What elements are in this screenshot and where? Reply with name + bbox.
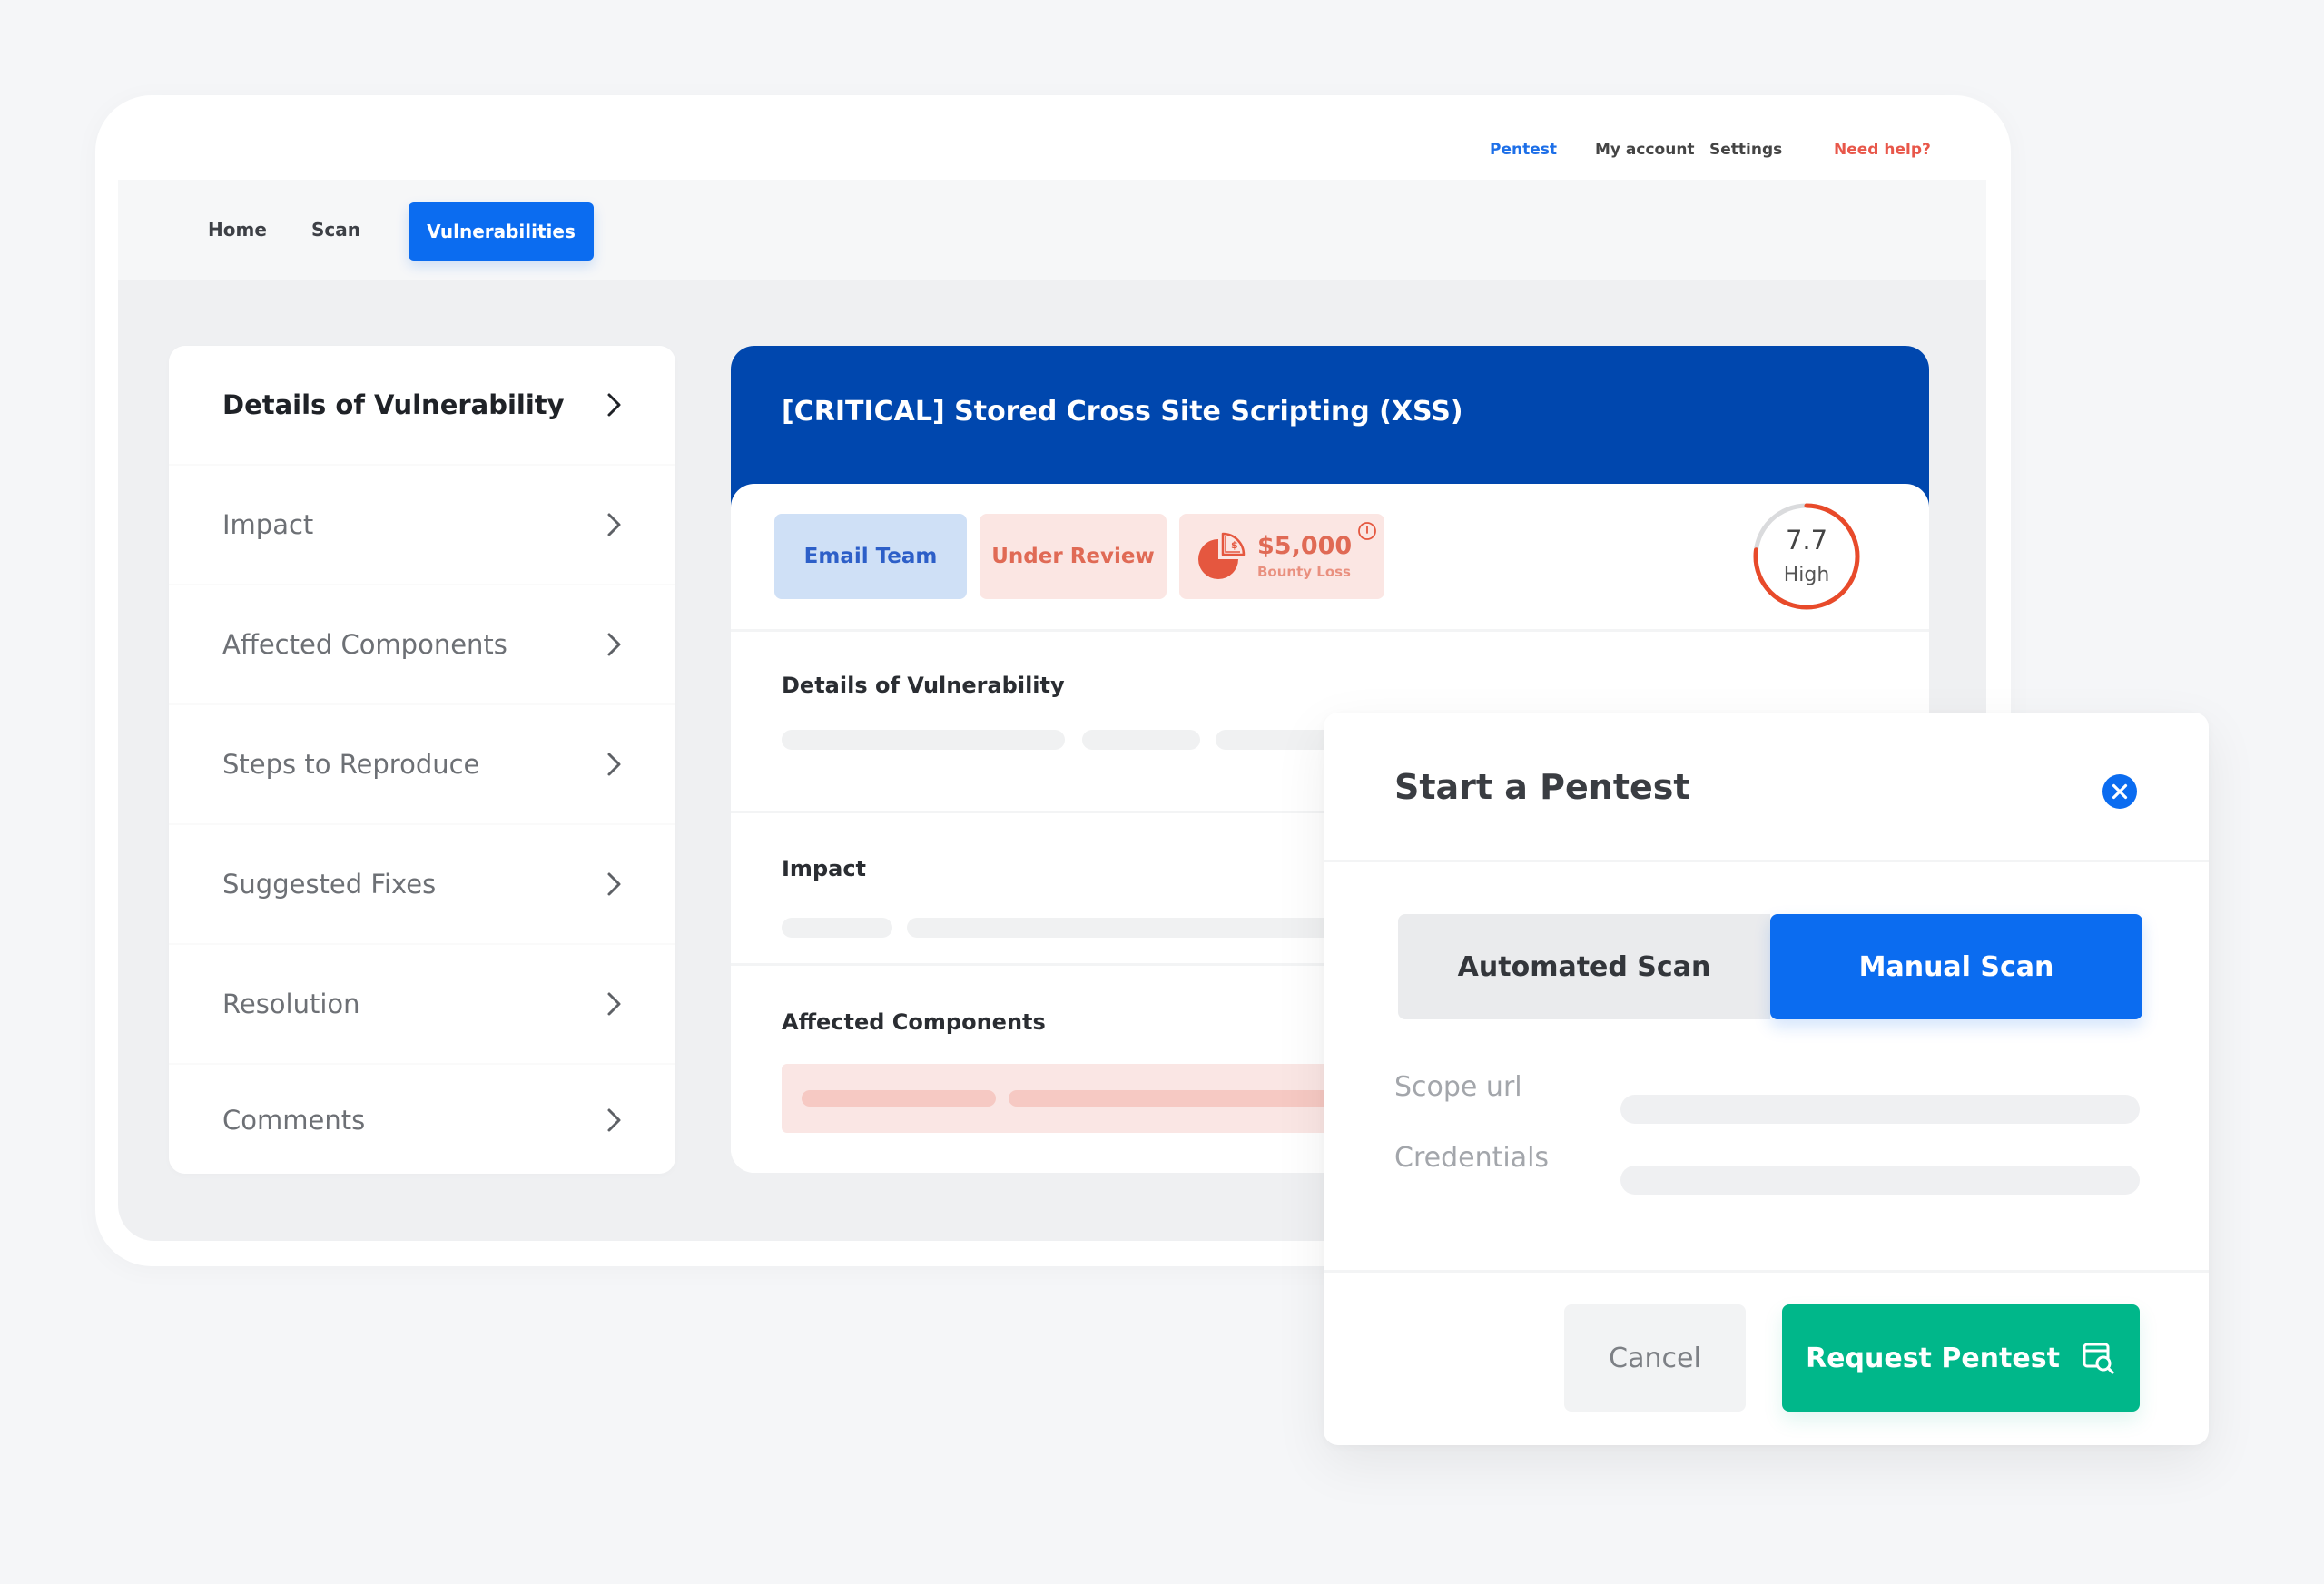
manual-scan-option[interactable]: Manual Scan <box>1770 914 2142 1019</box>
skeleton-line <box>782 730 1065 750</box>
severity-score: 7.7 <box>1785 525 1828 556</box>
scope-url-input[interactable] <box>1620 1095 2140 1124</box>
start-pentest-modal: Start a Pentest Automated Scan Manual Sc… <box>1324 713 2209 1445</box>
top-nav-pentest[interactable]: Pentest <box>1490 141 1557 159</box>
sidebar-item[interactable]: Affected Components <box>169 585 675 703</box>
sidebar-item-label: Impact <box>222 509 314 540</box>
bounty-label: Bounty Loss <box>1257 564 1351 580</box>
severity-score-ring <box>1753 503 1860 610</box>
chevron-right-icon <box>607 513 621 536</box>
skeleton-line <box>1009 1090 1372 1107</box>
chevron-right-icon <box>607 872 621 896</box>
sidebar-item-label: Steps to Reproduce <box>222 749 480 780</box>
sidebar-item[interactable]: Impact <box>169 466 675 584</box>
chevron-right-icon <box>607 1108 621 1132</box>
browser-search-icon <box>2083 1343 2114 1374</box>
section-title: Impact <box>782 856 867 881</box>
pie-chart-dollar-icon: $ <box>1198 532 1246 579</box>
bounty-loss-card: $ $5,000 Bounty Loss <box>1179 514 1384 599</box>
automated-scan-option[interactable]: Automated Scan <box>1398 914 1770 1019</box>
skeleton-line <box>1082 730 1200 750</box>
chevron-right-icon <box>607 633 621 656</box>
bounty-amount: $5,000 <box>1257 532 1353 560</box>
tab-scan[interactable]: Scan <box>311 219 360 241</box>
scope-url-label: Scope url <box>1394 1071 1522 1103</box>
divider <box>1324 860 2209 862</box>
chevron-right-icon <box>607 992 621 1016</box>
sidebar-item-label: Details of Vulnerability <box>222 389 565 420</box>
top-nav-my-account[interactable]: My account <box>1595 141 1695 159</box>
sidebar-item[interactable]: Resolution <box>169 945 675 1063</box>
sidebar-item[interactable]: Suggested Fixes <box>169 825 675 943</box>
sidebar-item-label: Comments <box>222 1105 366 1136</box>
sidebar-item-label: Affected Components <box>222 629 507 660</box>
tab-vulnerabilities[interactable]: Vulnerabilities <box>409 202 594 261</box>
severity-label: High <box>1783 564 1830 586</box>
section-title: Details of Vulnerability <box>782 673 1065 698</box>
credentials-label: Credentials <box>1394 1142 1550 1174</box>
skeleton-line <box>782 918 892 938</box>
email-team-button[interactable]: Email Team <box>774 514 967 599</box>
credentials-input[interactable] <box>1620 1166 2140 1195</box>
tab-bar: Home Scan Vulnerabilities <box>118 180 1986 280</box>
sidebar-item[interactable]: Comments <box>169 1065 675 1174</box>
status-badge: Under Review <box>980 514 1167 599</box>
cancel-button[interactable]: Cancel <box>1564 1304 1746 1412</box>
vulnerability-sections-sidebar: Details of Vulnerability Impact Affected C… <box>169 346 675 1174</box>
chevron-right-icon <box>607 753 621 776</box>
close-icon[interactable] <box>2102 773 2138 810</box>
vulnerability-title: [CRITICAL] Stored Cross Site Scripting (… <box>782 396 1463 428</box>
tab-home[interactable]: Home <box>208 219 267 241</box>
info-icon[interactable] <box>1357 521 1377 541</box>
request-pentest-label: Request Pentest <box>1806 1342 2060 1374</box>
sidebar-item[interactable]: Steps to Reproduce <box>169 705 675 823</box>
section-title: Affected Components <box>782 1009 1046 1035</box>
top-nav-settings[interactable]: Settings <box>1709 141 1782 159</box>
divider <box>1324 1270 2209 1273</box>
svg-text:$: $ <box>1231 539 1238 551</box>
skeleton-line <box>907 918 1361 938</box>
chevron-right-icon <box>607 393 621 417</box>
sidebar-item-label: Suggested Fixes <box>222 869 437 900</box>
sidebar-item[interactable]: Details of Vulnerability <box>169 346 675 464</box>
modal-title: Start a Pentest <box>1394 767 1690 807</box>
request-pentest-button[interactable]: Request Pentest <box>1782 1304 2140 1412</box>
skeleton-line <box>802 1090 996 1107</box>
need-help-link[interactable]: Need help? <box>1834 141 1931 159</box>
sidebar-item-label: Resolution <box>222 989 360 1019</box>
